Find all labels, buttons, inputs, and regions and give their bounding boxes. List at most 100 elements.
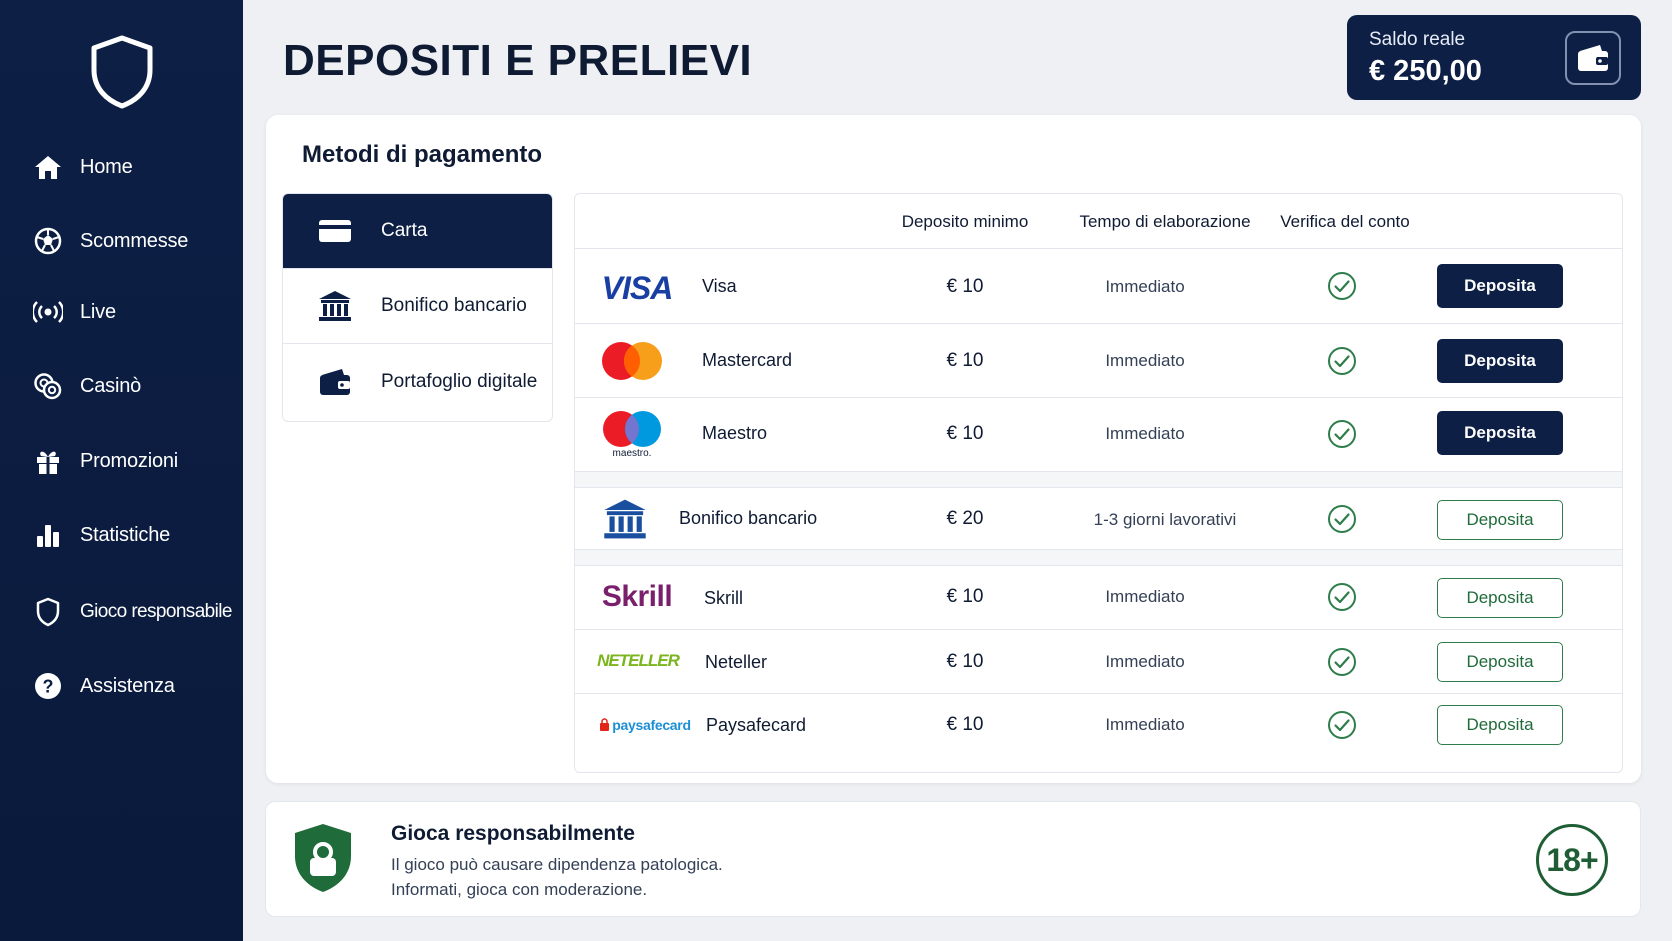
visa-logo: VISA xyxy=(601,269,674,306)
deposit-button-paysafecard[interactable]: Deposita xyxy=(1437,705,1563,745)
deposit-button-visa[interactable]: Deposita xyxy=(1437,264,1563,308)
sidebar-item-promozioni[interactable]: Promozioni xyxy=(0,439,243,483)
sidebar-item-label: Live xyxy=(80,300,116,323)
responsible-text: Informati, gioca con moderazione. xyxy=(391,880,648,899)
processing-time-value: Immediato xyxy=(1105,652,1185,671)
check-circle-icon xyxy=(1328,711,1356,739)
min-deposit-value: € 10 xyxy=(946,651,984,672)
min-deposit-value: € 10 xyxy=(946,350,984,371)
method-name: Maestro xyxy=(702,423,768,443)
method-name: Neteller xyxy=(705,652,768,672)
bank-logo-icon xyxy=(597,497,653,541)
payment-methods-table: Deposito minimo Tempo di elaborazione Ve… xyxy=(574,193,1623,773)
table-row: Mastercard € 10 Immediato Deposita xyxy=(575,323,1622,397)
method-name: Visa xyxy=(702,276,737,296)
min-deposit-value: € 10 xyxy=(946,586,984,607)
payment-method-tabs: Carta Bonifico bancario Portafoglio digi… xyxy=(282,193,553,422)
deposit-button-bonifico[interactable]: Deposita xyxy=(1437,500,1563,540)
processing-time-value: Immediato xyxy=(1105,424,1185,443)
check-circle-icon xyxy=(1328,420,1356,448)
tab-label: Portafoglio digitale xyxy=(381,370,538,392)
method-name: Skrill xyxy=(704,588,743,608)
group-separator xyxy=(575,549,1622,565)
wallet-icon xyxy=(317,364,353,400)
tab-label: Carta xyxy=(381,220,428,241)
neteller-logo: NETELLER xyxy=(597,651,680,670)
sidebar-item-assistenza[interactable]: ? Assistenza xyxy=(0,664,243,708)
check-circle-icon xyxy=(1328,347,1356,375)
processing-time-value: Immediato xyxy=(1105,587,1185,606)
gift-icon xyxy=(32,445,64,477)
wallet-icon xyxy=(1578,45,1608,71)
processing-time-value: Immediato xyxy=(1105,351,1185,370)
min-deposit-value: € 10 xyxy=(946,714,984,735)
svg-text:?: ? xyxy=(43,677,54,697)
maestro-logo: maestro. xyxy=(597,406,667,462)
casino-chips-icon xyxy=(32,370,64,402)
method-name: Paysafecard xyxy=(706,715,807,735)
processing-time-value: 1-3 giorni lavorativi xyxy=(1093,510,1237,529)
home-icon xyxy=(32,151,64,183)
sidebar-item-statistiche[interactable]: Statistiche xyxy=(0,513,243,557)
group-separator xyxy=(575,471,1622,487)
check-circle-icon xyxy=(1328,505,1356,533)
balance-card: Saldo reale € 250,00 xyxy=(1347,15,1641,100)
responsible-title: Gioca responsabilmente xyxy=(391,822,635,845)
deposit-button-skrill[interactable]: Deposita xyxy=(1437,578,1563,618)
check-circle-icon xyxy=(1328,648,1356,676)
skrill-logo: Skrill xyxy=(601,580,673,613)
live-broadcast-icon xyxy=(32,296,64,328)
tab-label: Bonifico bancario xyxy=(381,295,527,316)
sidebar-item-casino[interactable]: Casinò xyxy=(0,364,243,408)
table-row: maestro. Maestro € 10 Immediato Deposita xyxy=(575,397,1622,471)
age-restriction-badge: 18+ xyxy=(1536,824,1608,896)
sidebar-item-live[interactable]: Live xyxy=(0,290,243,334)
tab-carta[interactable]: Carta xyxy=(283,194,552,269)
responsible-gaming-banner: Gioca responsabilmente Il gioco può caus… xyxy=(265,801,1641,917)
responsible-text: Il gioco può causare dipendenza patologi… xyxy=(391,855,723,874)
page-title: DEPOSITI E PRELIEVI xyxy=(283,36,753,85)
check-circle-icon xyxy=(1328,583,1356,611)
bank-icon xyxy=(317,288,353,324)
min-deposit-value: € 20 xyxy=(946,508,984,529)
table-row: paysafecard Paysafecard € 10 Immediato D… xyxy=(575,693,1622,756)
credit-card-icon xyxy=(317,213,353,249)
min-deposit-value: € 10 xyxy=(946,423,984,444)
deposit-button-neteller[interactable]: Deposita xyxy=(1437,642,1563,682)
column-header-account-verification: Verifica del conto xyxy=(1280,212,1410,231)
tab-bonifico-bancario[interactable]: Bonifico bancario xyxy=(283,269,552,344)
table-row: NETELLER Neteller € 10 Immediato Deposit… xyxy=(575,629,1622,693)
column-header-processing-time: Tempo di elaborazione xyxy=(1079,212,1251,231)
shield-icon xyxy=(32,596,64,628)
section-title: Metodi di pagamento xyxy=(302,141,542,168)
balance-label: Saldo reale xyxy=(1369,29,1466,50)
check-circle-icon xyxy=(1328,272,1356,300)
min-deposit-value: € 10 xyxy=(946,276,984,297)
processing-time-value: Immediato xyxy=(1105,715,1185,734)
sidebar-item-label: Home xyxy=(80,155,133,178)
table-row: VISA Visa € 10 Immediato Deposita xyxy=(575,248,1622,323)
tab-portafoglio-digitale[interactable]: Portafoglio digitale xyxy=(283,344,552,419)
bar-chart-icon xyxy=(32,519,64,551)
sidebar-item-label: Casinò xyxy=(80,374,142,397)
processing-time-value: Immediato xyxy=(1105,277,1185,296)
paysafecard-logo: paysafecard xyxy=(595,712,695,738)
shield-lock-icon xyxy=(295,824,351,892)
wallet-button[interactable] xyxy=(1565,31,1621,85)
payment-methods-card: Metodi di pagamento Carta Bonifico banca… xyxy=(266,115,1641,783)
sidebar-item-label: Assistenza xyxy=(80,674,175,697)
shield-logo-icon xyxy=(91,35,153,109)
sidebar-item-label: Scommesse xyxy=(80,229,189,252)
column-header-min-deposit: Deposito minimo xyxy=(901,212,1029,231)
sidebar-item-scommesse[interactable]: Scommesse xyxy=(0,219,243,263)
sidebar-item-gioco-responsabile[interactable]: Gioco responsabile xyxy=(0,590,243,634)
sidebar-item-home[interactable]: Home xyxy=(0,145,243,189)
deposit-button-maestro[interactable]: Deposita xyxy=(1437,411,1563,455)
table-row: Skrill Skrill € 10 Immediato Deposita xyxy=(575,565,1622,629)
help-icon: ? xyxy=(32,670,64,702)
deposit-button-mastercard[interactable]: Deposita xyxy=(1437,339,1563,383)
sidebar-item-label: Statistiche xyxy=(80,523,171,546)
soccer-ball-icon xyxy=(32,225,64,257)
sidebar-item-label: Gioco responsabile xyxy=(80,601,232,622)
method-name: Mastercard xyxy=(702,350,793,370)
